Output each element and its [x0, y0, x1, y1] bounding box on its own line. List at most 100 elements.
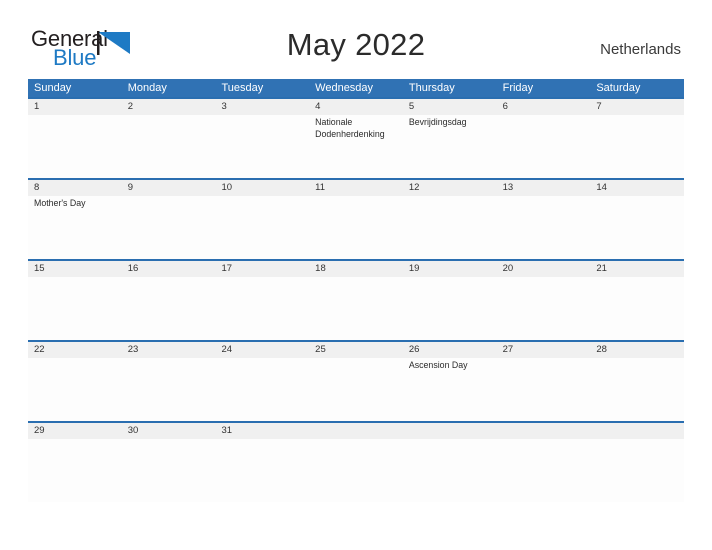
day-number[interactable]: 29 [28, 423, 122, 439]
day-number[interactable]: 7 [590, 99, 684, 115]
day-cell[interactable] [215, 196, 309, 259]
day-cell[interactable] [590, 196, 684, 259]
day-number[interactable]: 17 [215, 261, 309, 277]
dow-sunday: Sunday [34, 82, 72, 94]
day-number[interactable]: 15 [28, 261, 122, 277]
day-number[interactable]: 21 [590, 261, 684, 277]
page-header: General Blue May 2022 Netherlands [0, 0, 712, 69]
calendar-grid: Sunday Monday Tuesday Wednesday Thursday… [28, 79, 684, 502]
week-row: 22 23 24 25 26 27 28 Ascension Day [28, 340, 684, 421]
dow-thursday: Thursday [408, 82, 455, 94]
day-cell[interactable] [403, 196, 497, 259]
day-number-empty [497, 423, 591, 439]
week-row: 15 16 17 18 19 20 21 [28, 259, 684, 340]
day-number[interactable]: 5 [403, 99, 497, 115]
day-cell[interactable]: Mother's Day [28, 196, 122, 259]
day-number[interactable]: 12 [403, 180, 497, 196]
day-number[interactable]: 31 [215, 423, 309, 439]
day-cell[interactable] [497, 277, 591, 340]
day-number[interactable]: 27 [497, 342, 591, 358]
dow-tuesday: Tuesday [221, 82, 264, 94]
day-number[interactable]: 11 [309, 180, 403, 196]
day-cell-empty [497, 439, 591, 502]
day-number[interactable]: 1 [28, 99, 122, 115]
day-cell[interactable] [497, 196, 591, 259]
day-number[interactable]: 13 [497, 180, 591, 196]
day-cell[interactable] [28, 277, 122, 340]
day-number[interactable]: 16 [122, 261, 216, 277]
day-cell[interactable] [497, 115, 591, 178]
day-number[interactable]: 20 [497, 261, 591, 277]
day-cell[interactable]: Ascension Day [403, 358, 497, 421]
day-number[interactable]: 10 [215, 180, 309, 196]
day-cell[interactable] [590, 358, 684, 421]
week-date-band: 22 23 24 25 26 27 28 [28, 342, 684, 358]
day-cell[interactable]: Nationale Dodenherdenking [309, 115, 403, 178]
day-cell[interactable] [122, 358, 216, 421]
day-cell[interactable] [590, 115, 684, 178]
day-of-week-header: Sunday Monday Tuesday Wednesday Thursday… [28, 79, 684, 97]
day-number[interactable]: 25 [309, 342, 403, 358]
day-cell[interactable] [28, 439, 122, 502]
day-number-empty [403, 423, 497, 439]
day-number[interactable]: 23 [122, 342, 216, 358]
dow-saturday: Saturday [596, 82, 641, 94]
day-number[interactable]: 2 [122, 99, 216, 115]
day-cell[interactable] [215, 358, 309, 421]
day-cell[interactable] [215, 115, 309, 178]
day-cell[interactable] [122, 196, 216, 259]
dow-monday: Monday [127, 82, 167, 94]
day-number[interactable]: 18 [309, 261, 403, 277]
day-cell[interactable] [309, 358, 403, 421]
event-label: Bevrijdingsdag [408, 117, 467, 127]
day-cell[interactable] [28, 358, 122, 421]
day-cell[interactable] [122, 115, 216, 178]
week-event-band: Mother's Day [28, 196, 684, 259]
day-cell[interactable] [590, 277, 684, 340]
day-cell[interactable] [309, 277, 403, 340]
week-event-band [28, 277, 684, 340]
week-row: 1 2 3 4 5 6 7 Nationale Dodenherdenking … [28, 97, 684, 178]
day-number[interactable]: 8 [28, 180, 122, 196]
day-cell[interactable] [122, 439, 216, 502]
day-number[interactable]: 6 [497, 99, 591, 115]
day-cell[interactable] [122, 277, 216, 340]
day-cell[interactable] [215, 439, 309, 502]
day-cell[interactable] [215, 277, 309, 340]
day-number-empty [309, 423, 403, 439]
week-row: 8 9 10 11 12 13 14 Mother's Day [28, 178, 684, 259]
day-number[interactable]: 22 [28, 342, 122, 358]
day-number[interactable]: 26 [403, 342, 497, 358]
day-number[interactable]: 19 [403, 261, 497, 277]
dow-wednesday: Wednesday [315, 82, 374, 94]
day-number[interactable]: 9 [122, 180, 216, 196]
country-label: Netherlands [600, 41, 681, 58]
week-date-band: 29 30 31 [28, 423, 684, 439]
day-number[interactable]: 30 [122, 423, 216, 439]
day-number[interactable]: 24 [215, 342, 309, 358]
week-event-band [28, 439, 684, 502]
day-number[interactable]: 3 [215, 99, 309, 115]
week-event-band: Nationale Dodenherdenking Bevrijdingsdag [28, 115, 684, 178]
day-cell[interactable] [28, 115, 122, 178]
event-label: Ascension Day [408, 360, 468, 370]
day-cell[interactable] [497, 358, 591, 421]
day-number-empty [590, 423, 684, 439]
event-label: Nationale Dodenherdenking [315, 117, 385, 139]
week-event-band: Ascension Day [28, 358, 684, 421]
day-cell-empty [309, 439, 403, 502]
day-cell-empty [590, 439, 684, 502]
week-date-band: 1 2 3 4 5 6 7 [28, 99, 684, 115]
week-date-band: 8 9 10 11 12 13 14 [28, 180, 684, 196]
week-row: 29 30 31 [28, 421, 684, 502]
day-cell-empty [403, 439, 497, 502]
dow-friday: Friday [502, 82, 534, 94]
day-number[interactable]: 28 [590, 342, 684, 358]
event-label: Mother's Day [34, 198, 86, 208]
day-number[interactable]: 14 [590, 180, 684, 196]
day-cell[interactable]: Bevrijdingsdag [403, 115, 497, 178]
day-cell[interactable] [309, 196, 403, 259]
day-number[interactable]: 4 [309, 99, 403, 115]
week-date-band: 15 16 17 18 19 20 21 [28, 261, 684, 277]
day-cell[interactable] [403, 277, 497, 340]
